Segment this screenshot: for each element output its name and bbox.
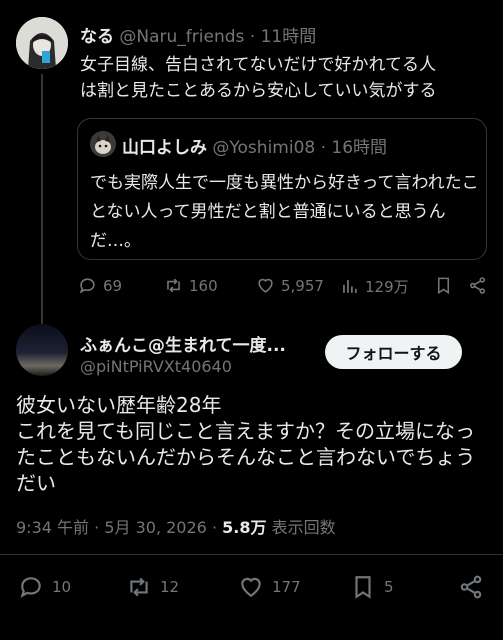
bookmark-icon [437, 277, 450, 295]
tweet-time[interactable]: 9:34 午前 [16, 518, 89, 537]
view-count: 129万 [365, 278, 409, 296]
dot-separator: · [211, 518, 218, 537]
share-button[interactable] [468, 276, 487, 295]
bookmark-button[interactable] [434, 276, 453, 295]
tweet-meta: 9:34 午前 · 5月 30, 2026 · 5.8万 表示回数 [16, 514, 336, 538]
divider [0, 554, 503, 555]
tweet-actions: 69 160 5,957 129万 [78, 276, 488, 300]
avatar[interactable] [16, 17, 68, 69]
quote-handle: @Yoshimi08 [212, 138, 316, 158]
dot-separator: · [249, 27, 256, 47]
retweet-icon [167, 278, 180, 293]
bookmark-count: 5 [384, 578, 394, 596]
share-icon [469, 277, 486, 294]
retweet-count: 160 [189, 276, 218, 295]
heart-icon [241, 577, 261, 597]
display-name[interactable]: なる [80, 27, 114, 47]
retweet-button[interactable]: 160 [164, 276, 218, 295]
reply-button[interactable]: 10 [18, 574, 71, 600]
retweet-button[interactable]: 12 [126, 574, 179, 600]
tweet-date[interactable]: 5月 30, 2026 [104, 518, 207, 537]
reply-count: 69 [103, 276, 123, 295]
retweet-count: 12 [160, 578, 180, 596]
handle[interactable]: @piNtPiRVXt40640 [80, 357, 232, 376]
timestamp[interactable]: 11時間 [261, 27, 317, 47]
follow-button[interactable]: フォローする [325, 335, 462, 369]
like-button[interactable]: 177 [238, 574, 301, 600]
share-button[interactable] [458, 574, 484, 600]
reply-button[interactable]: 69 [78, 276, 122, 295]
views-label: 表示回数 [271, 518, 336, 537]
quote-timestamp: 16時間 [331, 138, 388, 158]
views-button[interactable]: 129万 [340, 276, 409, 297]
like-button[interactable]: 5,957 [256, 276, 324, 295]
like-count: 5,957 [281, 276, 324, 295]
handle[interactable]: @Naru_friends [119, 27, 244, 47]
tweet-text: 女子目線、告白されてないだけで好かれてる人 は割と見たことあるから安心していい気… [80, 55, 437, 101]
views-icon [343, 280, 357, 293]
tweet-header: なる @Naru_friends · 11時間 [80, 22, 316, 47]
like-count: 177 [272, 578, 301, 596]
reply-count: 10 [52, 578, 72, 596]
quoted-tweet[interactable]: 山口よしみ @Yoshimi08 · 16時間 でも実際人生で一度も異性から好き… [77, 118, 487, 260]
display-name[interactable]: ふぁんこ@生まれて一度... [80, 331, 286, 356]
quote-header: 山口よしみ @Yoshimi08 · 16時間 [122, 133, 387, 158]
quote-avatar [90, 131, 116, 157]
tweet-text: 彼女いない歴年齢28年 これを見ても同じこと言えますか？その立場になったこともな… [16, 393, 476, 495]
reply-icon [79, 278, 95, 294]
dot-separator: · [320, 138, 327, 158]
bookmark-button[interactable]: 5 [350, 574, 394, 600]
dot-separator: · [94, 518, 100, 537]
share-icon [460, 575, 482, 599]
bookmark-icon [355, 576, 371, 599]
tweet-actions: 10 12 177 5 [0, 574, 503, 604]
heart-icon [258, 278, 273, 293]
avatar[interactable] [16, 324, 68, 376]
thread-line [41, 74, 43, 324]
views-count: 5.8万 [222, 518, 267, 537]
quote-display-name: 山口よしみ [122, 138, 207, 158]
retweet-icon [130, 577, 148, 597]
reply-icon [20, 577, 41, 599]
quote-text: でも実際人生で一度も異性から好きって言われたことない人って男性だと割と普通にいる… [90, 173, 479, 251]
